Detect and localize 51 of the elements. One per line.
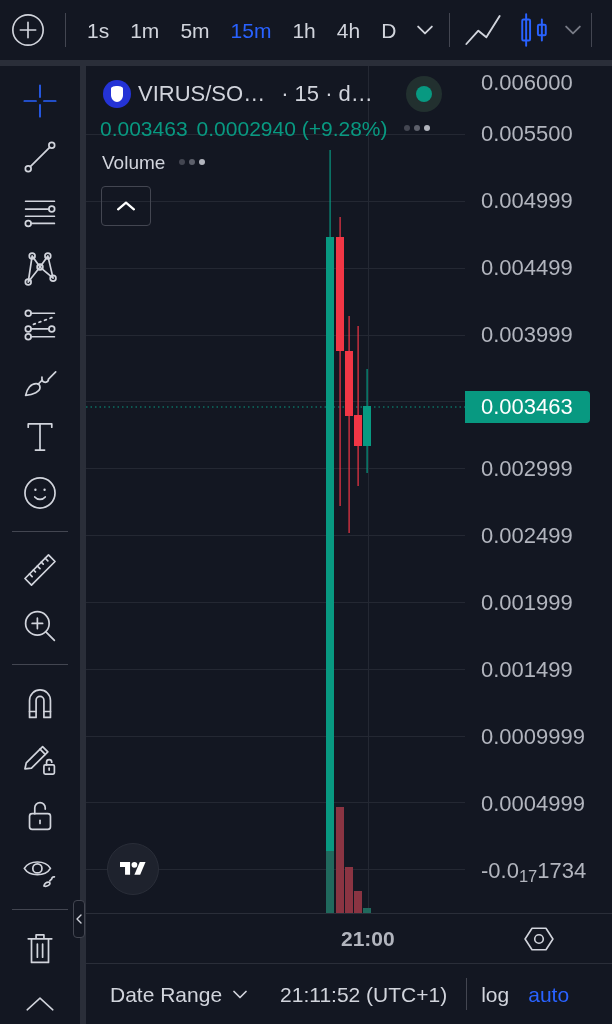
volume-bar bbox=[326, 851, 334, 913]
collapse-button[interactable] bbox=[101, 186, 151, 226]
logo-icon[interactable] bbox=[107, 843, 159, 895]
price-label: 0.002999 bbox=[481, 457, 573, 480]
token-logo-icon bbox=[103, 80, 131, 108]
symbol-name[interactable]: VIRUS/SO… bbox=[138, 83, 266, 105]
scale-option[interactable]: auto bbox=[528, 983, 570, 1005]
price-label: 0.006000 bbox=[481, 72, 573, 94]
collapse-handle[interactable] bbox=[73, 900, 85, 938]
price-label: 0.0004999 bbox=[481, 792, 585, 815]
interval-option[interactable]: D bbox=[381, 19, 397, 41]
price-label: 0.0009999 bbox=[481, 725, 585, 748]
price-label: 0.004999 bbox=[481, 189, 573, 212]
interval-option[interactable]: 1s bbox=[87, 19, 110, 41]
price-label: 0.003999 bbox=[481, 323, 573, 346]
dotted-lines-icon[interactable] bbox=[23, 308, 57, 342]
price-label: 0.001999 bbox=[481, 591, 573, 614]
indicator-name[interactable]: Volume bbox=[102, 152, 166, 172]
price-label: -0.0$_{17}$1734 bbox=[481, 859, 587, 882]
crosshair-icon[interactable] bbox=[23, 84, 57, 118]
date-range-button[interactable]: Date Range bbox=[110, 983, 248, 1005]
smiley-icon[interactable] bbox=[23, 476, 57, 510]
price-change: 0.0002940 (+9.28%) bbox=[196, 117, 388, 139]
current-price-label: 0.003463 bbox=[465, 391, 590, 423]
chevron-left-icon[interactable] bbox=[76, 914, 82, 924]
interval-option[interactable]: 1m bbox=[130, 19, 160, 41]
candlestick-icon[interactable] bbox=[519, 13, 550, 47]
line-chart-icon[interactable] bbox=[465, 14, 502, 46]
price-label: 0.001499 bbox=[481, 658, 573, 681]
time-axis-label: 21:00 bbox=[341, 928, 395, 949]
last-price: 0.003463 bbox=[100, 117, 188, 139]
chevron-up-icon[interactable] bbox=[24, 997, 56, 1011]
more-dots-icon[interactable] bbox=[403, 125, 430, 131]
price-label: 0.005500 bbox=[481, 122, 573, 145]
line-segment-icon[interactable] bbox=[23, 140, 57, 174]
timezone-clock[interactable]: 21:11:52 (UTC+1) bbox=[280, 983, 448, 1005]
interval-option[interactable]: 5m bbox=[180, 19, 210, 41]
zigzag-points-icon[interactable] bbox=[23, 252, 57, 286]
chevron-up-icon[interactable] bbox=[117, 201, 135, 211]
interval-option[interactable]: 1h bbox=[292, 19, 316, 41]
zoom-in-icon[interactable] bbox=[23, 609, 57, 643]
interval-option[interactable]: 15m bbox=[230, 19, 272, 41]
symbol-details: · 15 · d… bbox=[281, 83, 373, 105]
price-label: 0.004499 bbox=[481, 256, 573, 279]
price-label: 0.002499 bbox=[481, 524, 573, 547]
more-dots-icon[interactable] bbox=[179, 159, 206, 165]
interval-option[interactable]: 4h bbox=[336, 19, 361, 41]
ruler-icon[interactable] bbox=[23, 553, 57, 587]
scale-option[interactable]: log bbox=[481, 983, 510, 1005]
add-icon[interactable] bbox=[12, 14, 44, 46]
settings-icon[interactable] bbox=[523, 925, 554, 952]
